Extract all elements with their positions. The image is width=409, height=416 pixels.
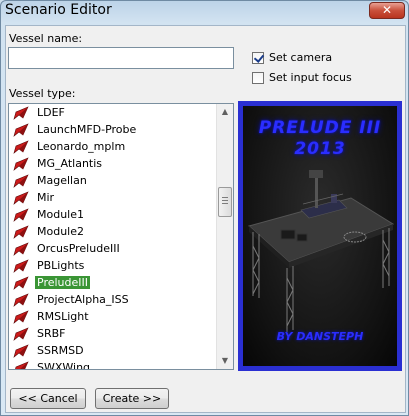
list-item-label: SWXWing: [37, 361, 91, 370]
scroll-thumb[interactable]: [218, 187, 232, 217]
list-item[interactable]: Magellan: [9, 172, 216, 189]
vessel-type-icon: [13, 258, 29, 273]
vessel-type-icon: [13, 275, 29, 290]
vessel-type-icon: [13, 224, 29, 239]
list-item-label: OrcusPreludeIII: [37, 242, 120, 255]
vessel-type-list[interactable]: LDEF LaunchMFD-Probe Leonardo_mplm MG_Atlan…: [8, 103, 234, 370]
vessel-preview-frame: PRELUDE III 2013 BY DANSTEPH: [238, 101, 402, 371]
list-item-label: SRBF: [37, 327, 66, 340]
list-item[interactable]: ProjectAlpha_ISS: [9, 291, 216, 308]
vessel-type-label: Vessel type:: [9, 87, 76, 100]
vessel-type-icon: [14, 360, 29, 369]
list-item[interactable]: MG_Atlantis: [9, 155, 216, 172]
list-item-label: PreludeIII: [35, 276, 90, 289]
list-item[interactable]: PBLights: [9, 257, 216, 274]
create-button[interactable]: Create >>: [95, 388, 169, 409]
scroll-up-arrow-icon[interactable]: ▲: [217, 104, 233, 120]
vessel-type-icon: [13, 343, 29, 358]
set-camera-checkbox[interactable]: [252, 51, 264, 64]
vessel-type-icon: [13, 105, 29, 120]
list-item[interactable]: PreludeIII: [9, 274, 216, 291]
set-camera-label: Set camera: [269, 51, 333, 64]
scenario-editor-window: Scenario Editor ✕ Vessel name: Set camer…: [0, 0, 409, 416]
vessel-name-label: Vessel name:: [9, 32, 83, 45]
preview-credit: BY DANSTEPH: [276, 330, 364, 343]
scroll-down-arrow-icon[interactable]: ▼: [217, 353, 233, 369]
vessel-type-icon: [13, 309, 29, 324]
vessel-type-icon: [13, 207, 29, 222]
close-icon: ✕: [381, 3, 393, 17]
vessel-name-input[interactable]: [8, 47, 234, 69]
set-camera-option[interactable]: Set camera: [252, 51, 332, 64]
list-item-label: Module1: [37, 208, 84, 221]
list-scrollbar[interactable]: ▲ ▼: [216, 104, 233, 369]
preview-title-line2: 2013: [294, 139, 346, 159]
scroll-grip-icon: [222, 197, 228, 206]
preview-title: PRELUDE III 2013: [243, 118, 397, 160]
cancel-button[interactable]: << Cancel: [10, 388, 86, 409]
list-item-label: ProjectAlpha_ISS: [37, 293, 129, 306]
vessel-type-icon: [13, 173, 29, 188]
list-item[interactable]: LaunchMFD-Probe: [9, 121, 216, 138]
dialog-body: Vessel name: Set camera Set input focus …: [5, 25, 406, 413]
window-title: Scenario Editor: [5, 2, 112, 18]
list-item-label: Mir: [37, 191, 55, 204]
close-button[interactable]: ✕: [369, 2, 405, 19]
list-item[interactable]: SWXWing: [9, 359, 216, 370]
list-item-label: LaunchMFD-Probe: [37, 123, 137, 136]
vessel-type-icon: [13, 139, 29, 154]
list-item[interactable]: SSRMSD: [9, 342, 216, 359]
list-item[interactable]: Module1: [9, 206, 216, 223]
list-item[interactable]: Module2: [9, 223, 216, 240]
list-item[interactable]: RMSLight: [9, 308, 216, 325]
list-item-label: SSRMSD: [37, 344, 84, 357]
title-bar[interactable]: Scenario Editor ✕: [1, 1, 408, 23]
set-input-focus-label: Set input focus: [269, 71, 352, 84]
list-item-label: PBLights: [37, 259, 85, 272]
vessel-type-icon: [13, 326, 29, 341]
list-item-label: MG_Atlantis: [37, 157, 103, 170]
list-item-label: LDEF: [37, 106, 65, 119]
list-item-label: RMSLight: [37, 310, 89, 323]
vessel-type-icon: [13, 241, 29, 256]
vessel-type-icon: [13, 292, 29, 307]
set-input-focus-checkbox[interactable]: [252, 71, 264, 84]
list-item[interactable]: OrcusPreludeIII: [9, 240, 216, 257]
set-input-focus-option[interactable]: Set input focus: [252, 71, 352, 84]
vessel-type-icon: [13, 156, 29, 171]
list-item[interactable]: LDEF: [9, 104, 216, 121]
list-item[interactable]: Leonardo_mplm: [9, 138, 216, 155]
list-item-label: Module2: [37, 225, 84, 238]
vessel-preview-image: PRELUDE III 2013 BY DANSTEPH: [243, 106, 397, 366]
vessel-type-icon: [13, 122, 29, 137]
vessel-type-icon: [13, 190, 29, 205]
list-item-label: Magellan: [37, 174, 87, 187]
list-item[interactable]: Mir: [9, 189, 216, 206]
preview-title-line1: PRELUDE III: [258, 118, 382, 138]
list-item[interactable]: SRBF: [9, 325, 216, 342]
vessel-type-items: LDEF LaunchMFD-Probe Leonardo_mplm MG_Atlan…: [9, 104, 216, 370]
list-item-label: Leonardo_mplm: [37, 140, 126, 153]
